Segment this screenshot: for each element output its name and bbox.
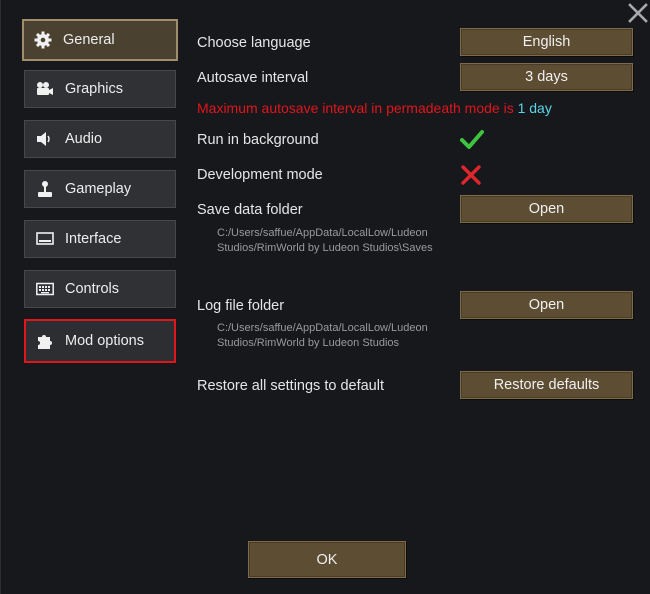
sidebar-item-gameplay[interactable]: Gameplay [24, 170, 176, 208]
gear-icon [33, 30, 53, 50]
monitor-icon [35, 229, 55, 249]
sidebar-item-label: Interface [65, 231, 122, 247]
sidebar-item-interface[interactable]: Interface [24, 220, 176, 258]
language-label: Choose language [197, 35, 311, 51]
sidebar-item-label: Graphics [65, 81, 124, 97]
sidebar-item-label: Controls [65, 281, 119, 297]
run-background-checkbox[interactable] [459, 128, 485, 152]
open-log-folder-button[interactable]: Open [460, 291, 633, 319]
close-icon[interactable] [627, 2, 649, 24]
sidebar-item-label: Mod options [65, 333, 144, 349]
video-camera-icon [35, 79, 55, 99]
speaker-icon [35, 129, 55, 149]
sidebar-item-mod-options[interactable]: Mod options [24, 319, 176, 363]
restore-defaults-button[interactable]: Restore defaults [460, 371, 633, 399]
autosave-label: Autosave interval [197, 70, 309, 86]
warning-value: 1 day [517, 100, 552, 116]
ok-button[interactable]: OK [248, 541, 406, 578]
sidebar-item-label: Gameplay [65, 181, 132, 197]
open-save-folder-button[interactable]: Open [460, 195, 633, 223]
dev-mode-label: Development mode [197, 167, 323, 183]
checkmark-icon [460, 130, 484, 149]
sidebar-item-audio[interactable]: Audio [24, 120, 176, 158]
dev-mode-checkbox[interactable] [460, 164, 482, 186]
save-folder-path: C:/Users/saffue/AppData/LocalLow/Ludeon … [217, 227, 433, 254]
autosave-dropdown-button[interactable]: 3 days [460, 63, 633, 91]
options-dialog: General Graphics Audio Gameplay Interfac… [0, 0, 650, 594]
sidebar-item-general[interactable]: General [22, 19, 178, 61]
sidebar-item-label: General [63, 32, 115, 48]
cross-icon [461, 165, 481, 185]
warning-text: Maximum autosave interval in permadeath … [197, 100, 518, 116]
puzzle-icon [35, 331, 55, 351]
log-folder-label: Log file folder [197, 298, 285, 314]
restore-label: Restore all settings to default [197, 378, 384, 394]
language-dropdown-button[interactable]: English [460, 28, 633, 56]
sidebar-item-label: Audio [65, 131, 103, 147]
keyboard-icon [35, 279, 55, 299]
save-folder-label: Save data folder [197, 202, 303, 218]
joystick-icon [35, 179, 55, 199]
sidebar-item-graphics[interactable]: Graphics [24, 70, 176, 108]
sidebar-item-controls[interactable]: Controls [24, 270, 176, 308]
run-background-label: Run in background [197, 132, 319, 148]
log-folder-path: C:/Users/saffue/AppData/LocalLow/Ludeon … [217, 322, 428, 349]
permadeath-warning: Maximum autosave interval in permadeath … [197, 100, 552, 116]
